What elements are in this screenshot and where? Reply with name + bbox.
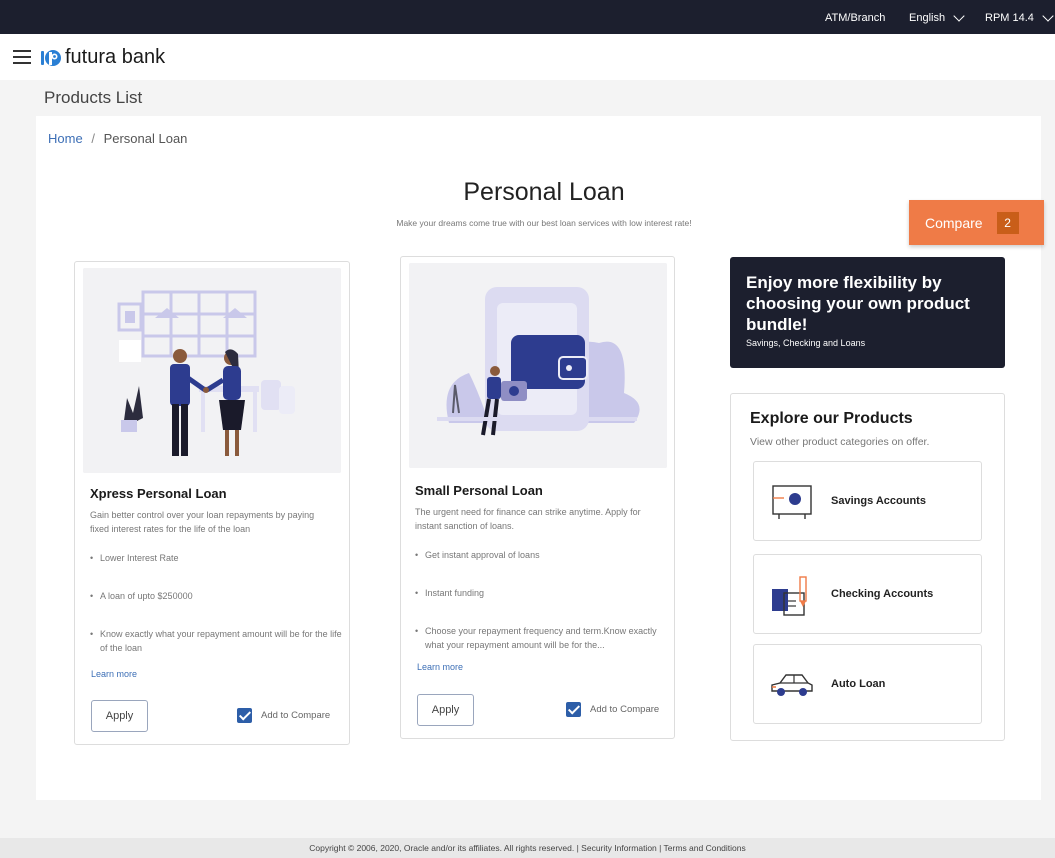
product-feature: Choose your repayment frequency and term… bbox=[415, 624, 669, 652]
breadcrumb-home-link[interactable]: Home bbox=[48, 131, 83, 146]
explore-subtitle: View other product categories on offer. bbox=[750, 436, 930, 448]
product-description: The urgent need for finance can strike a… bbox=[415, 507, 641, 531]
banner-title: Enjoy more flexibility by choosing your … bbox=[746, 273, 970, 334]
atm-branch-link[interactable]: ATM/Branch bbox=[825, 12, 885, 24]
apply-button[interactable]: Apply bbox=[417, 694, 474, 726]
page-subheading: Make your dreams come true with our best… bbox=[396, 218, 692, 228]
page-title: Products List bbox=[44, 88, 143, 107]
explore-title: Explore our Products bbox=[750, 410, 913, 427]
explore-products-panel: Explore our Products View other product … bbox=[730, 393, 1005, 741]
page-heading: Personal Loan bbox=[463, 178, 625, 206]
category-label: Auto Loan bbox=[831, 678, 886, 690]
breadcrumb-current: Personal Loan bbox=[103, 131, 188, 146]
add-to-compare-label: Add to Compare bbox=[590, 704, 660, 715]
compare-button[interactable]: Compare 2 bbox=[909, 200, 1044, 245]
learn-more-link[interactable]: Learn more bbox=[417, 662, 463, 672]
safe-icon bbox=[772, 485, 812, 519]
chevron-down-icon bbox=[953, 9, 965, 22]
compare-count-badge: 2 bbox=[996, 211, 1019, 234]
breadcrumb-separator: / bbox=[91, 131, 95, 146]
chevron-down-icon bbox=[1042, 9, 1054, 22]
product-title: Small Personal Loan bbox=[415, 483, 543, 498]
product-description: Gain better control over your loan repay… bbox=[90, 510, 315, 534]
checkbox-checked-icon[interactable] bbox=[237, 708, 252, 723]
page-footer: Copyright © 2006, 2020, Oracle and/or it… bbox=[0, 838, 1055, 858]
product-feature: Lower Interest Rate bbox=[90, 551, 340, 565]
checkbook-icon bbox=[772, 576, 807, 616]
product-bundle-banner[interactable]: Enjoy more flexibility by choosing your … bbox=[730, 257, 1005, 368]
product-card-small: Small Personal Loan The urgent need for … bbox=[400, 256, 675, 739]
learn-more-link[interactable]: Learn more bbox=[91, 669, 137, 679]
product-title: Xpress Personal Loan bbox=[90, 486, 227, 501]
category-savings-accounts[interactable]: Savings Accounts bbox=[753, 461, 982, 541]
category-auto-loan[interactable]: Auto Loan bbox=[753, 644, 982, 724]
category-checking-accounts[interactable]: Checking Accounts bbox=[753, 554, 982, 634]
bank-name: futura bank bbox=[65, 46, 166, 68]
add-to-compare-toggle[interactable]: Add to Compare bbox=[237, 708, 330, 723]
product-feature: Instant funding bbox=[415, 586, 665, 600]
category-label: Checking Accounts bbox=[831, 588, 934, 600]
product-feature: A loan of upto $250000 bbox=[90, 589, 340, 603]
bank-logo-icon bbox=[41, 49, 61, 66]
user-dropdown[interactable]: RPM 14.4 bbox=[985, 9, 1054, 24]
wallet-illustration bbox=[409, 263, 667, 468]
category-label: Savings Accounts bbox=[831, 495, 926, 507]
add-to-compare-toggle[interactable]: Add to Compare bbox=[566, 702, 659, 717]
app-header: futura bank bbox=[0, 34, 1055, 80]
bank-logo[interactable]: futura bank bbox=[40, 46, 165, 69]
product-feature: Know exactly what your repayment amount … bbox=[90, 627, 346, 655]
product-feature: Get instant approval of loans bbox=[415, 548, 665, 562]
office-illustration bbox=[83, 268, 341, 473]
checkbox-checked-icon[interactable] bbox=[566, 702, 581, 717]
top-bar: ATM/Branch English RPM 14.4 bbox=[0, 0, 1055, 34]
add-to-compare-label: Add to Compare bbox=[261, 710, 331, 721]
compare-label: Compare bbox=[925, 214, 983, 231]
car-icon bbox=[771, 674, 813, 696]
breadcrumb: Home / Personal Loan bbox=[48, 131, 187, 146]
hamburger-menu-icon[interactable] bbox=[13, 50, 31, 64]
banner-subtitle: Savings, Checking and Loans bbox=[746, 338, 866, 348]
product-card-xpress: Xpress Personal Loan Gain better control… bbox=[74, 261, 350, 745]
atm-branch-label: ATM/Branch bbox=[825, 12, 886, 24]
apply-button[interactable]: Apply bbox=[91, 700, 148, 732]
language-dropdown[interactable]: English bbox=[909, 9, 965, 24]
language-label: English bbox=[909, 12, 946, 24]
user-label: RPM 14.4 bbox=[985, 12, 1034, 24]
